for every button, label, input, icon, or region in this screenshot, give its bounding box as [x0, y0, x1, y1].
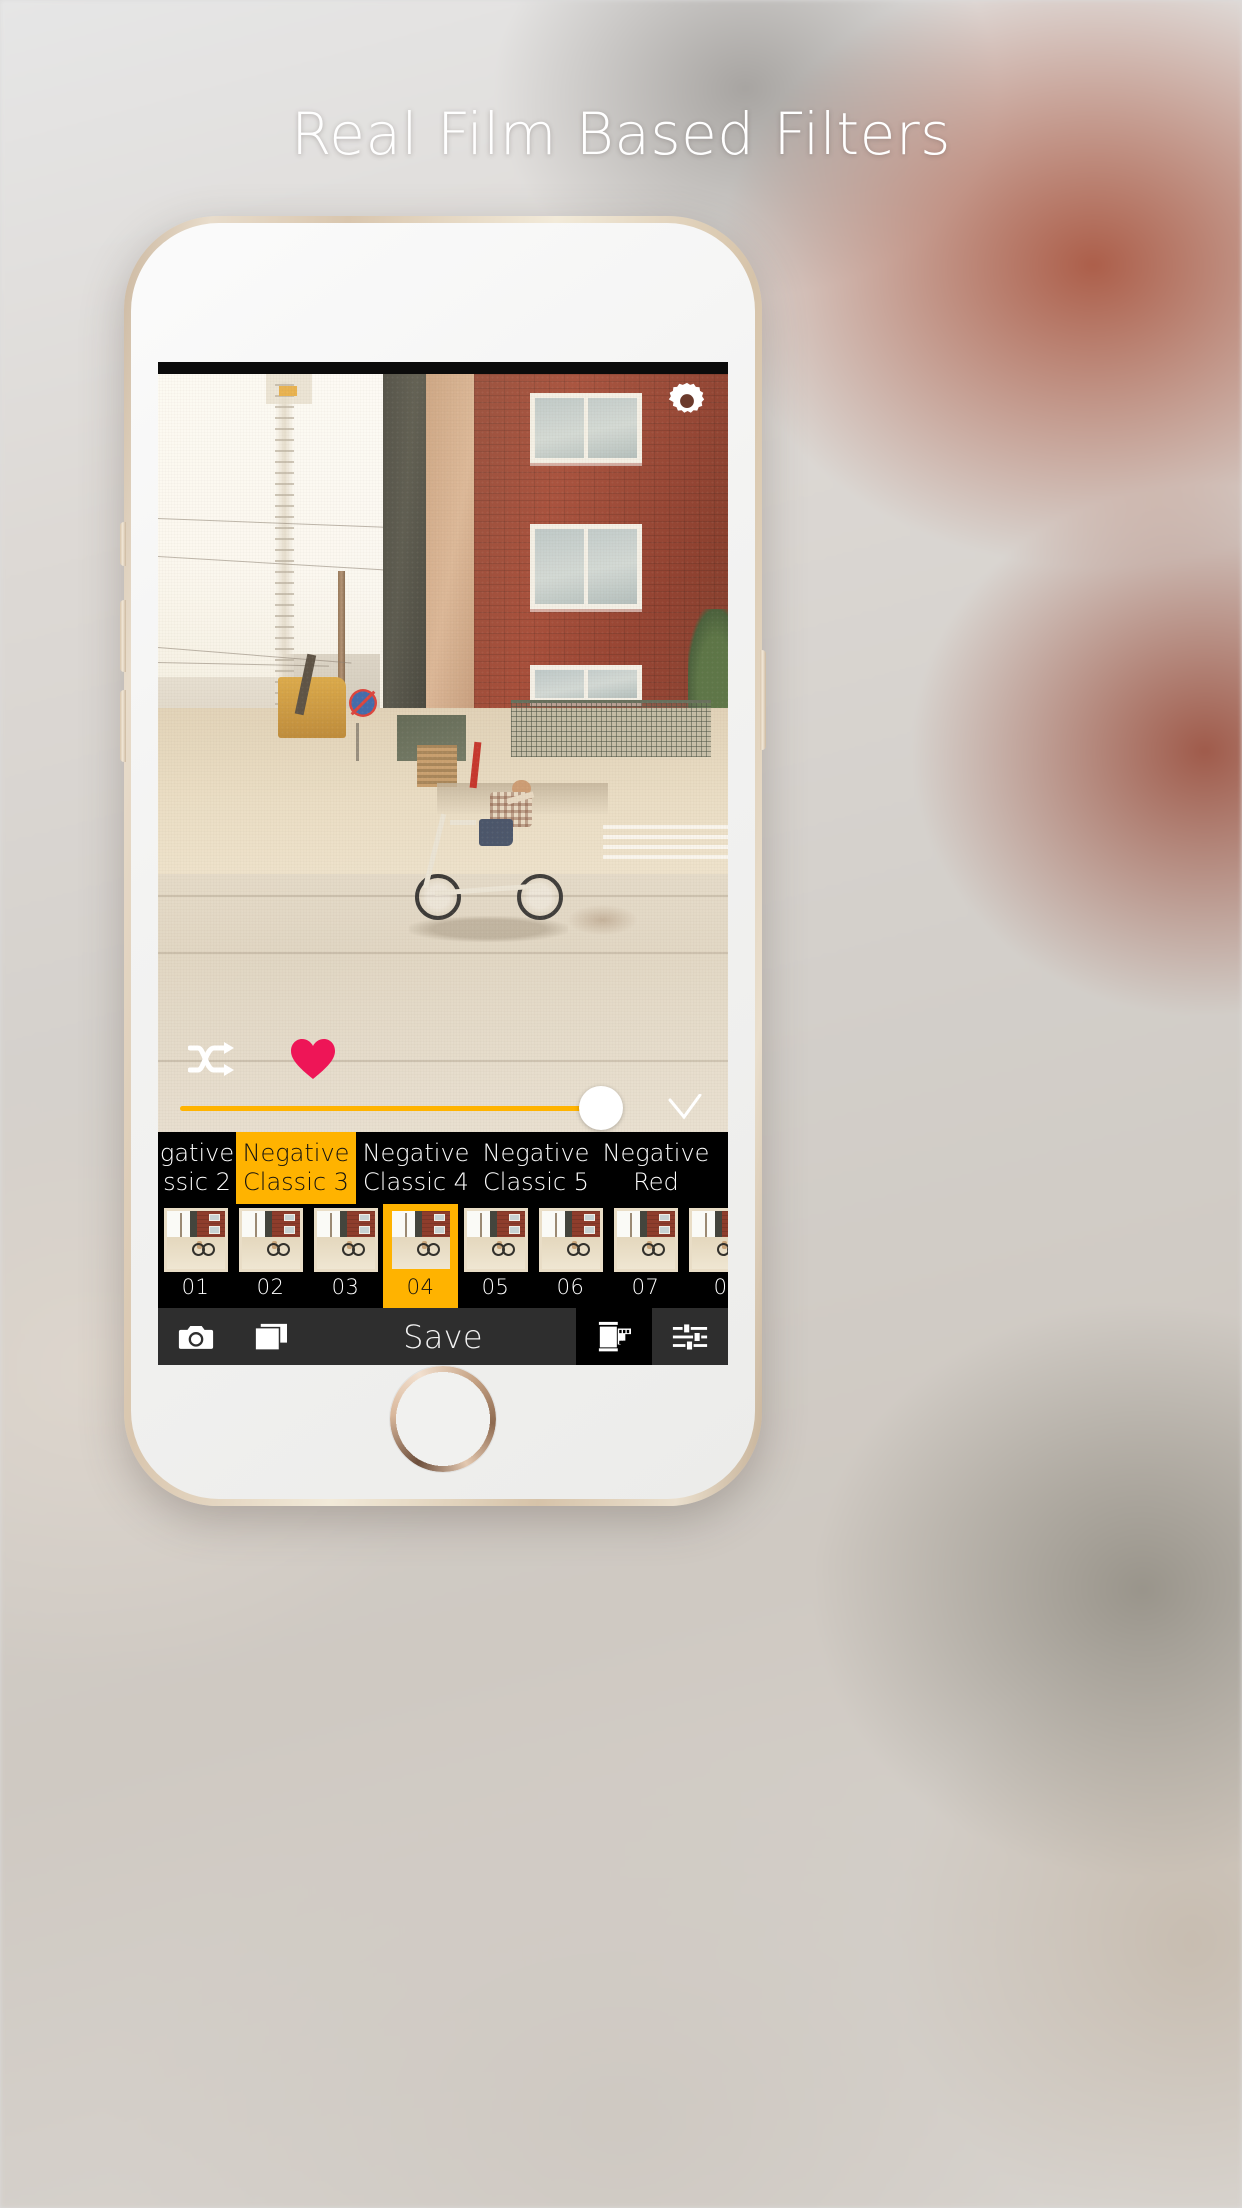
photo-window-1	[530, 392, 642, 464]
photo-window-3	[530, 665, 642, 703]
check-icon[interactable]	[668, 1093, 702, 1120]
filter-thumbnail-strip[interactable]: 01 02 03 04 05 06 07 0	[158, 1204, 728, 1308]
photo-bike-shadow	[408, 915, 569, 943]
filter-name-line-2: Classic 4	[363, 1168, 469, 1196]
film-roll-icon[interactable]	[576, 1308, 652, 1365]
filter-thumbnail[interactable]: 07	[608, 1204, 683, 1308]
phone-screen: gative ssic 2 Negative Classic 3 Negative Cla…	[158, 362, 728, 1365]
photo-crosswalk	[602, 821, 728, 860]
bottom-toolbar: Save	[158, 1308, 728, 1365]
slider-thumb[interactable]	[579, 1086, 623, 1130]
photo-cyclist-jeans	[479, 819, 514, 847]
filter-name-line-2: Classic 5	[483, 1168, 589, 1196]
filter-thumbnail-label: 05	[481, 1275, 510, 1299]
filter-thumbnail-image	[463, 1208, 528, 1272]
filter-thumbnail-image	[388, 1208, 453, 1272]
filter-thumbnail-label: 07	[631, 1275, 660, 1299]
filter-thumbnail-label: 0	[713, 1275, 728, 1299]
filter-name-line-1: Negative	[602, 1139, 710, 1167]
filter-thumbnail-label: 04	[406, 1275, 435, 1299]
volume-down-button[interactable]	[120, 690, 126, 762]
filter-thumbnail[interactable]: 06	[533, 1204, 608, 1308]
filter-name-item[interactable]: Negative Classic 4	[356, 1132, 476, 1204]
filter-name-line-1: Negative	[482, 1139, 590, 1167]
filter-thumbnail[interactable]: 03	[308, 1204, 383, 1308]
filter-thumbnail[interactable]: 0	[683, 1204, 728, 1308]
filter-name-line-2: ssic 2	[163, 1168, 231, 1196]
photo-manhole	[568, 904, 637, 935]
filter-thumbnail-image	[613, 1208, 678, 1272]
photo-sign-post	[356, 722, 360, 761]
filter-thumbnail-image	[238, 1208, 303, 1272]
volume-up-button[interactable]	[120, 600, 126, 672]
shuffle-icon[interactable]	[187, 1042, 236, 1076]
filter-thumbnail[interactable]: 02	[233, 1204, 308, 1308]
filter-name-item[interactable]: gative ssic 2	[158, 1132, 236, 1204]
edited-photo	[158, 374, 728, 1132]
gear-icon[interactable]	[664, 380, 710, 426]
photo-road-edge-2	[158, 951, 728, 954]
filter-thumbnail-label: 03	[331, 1275, 360, 1299]
filter-thumbnail-image	[313, 1208, 378, 1272]
filter-thumbnail-image	[163, 1208, 228, 1272]
photo-excavator	[277, 677, 347, 738]
photo-preview-area[interactable]	[158, 362, 728, 1132]
photo-construction-fence	[511, 699, 711, 757]
photo-wood-pallet	[417, 745, 458, 788]
intensity-slider[interactable]	[158, 1084, 728, 1130]
filter-name-item[interactable]: Negative Classic 5	[476, 1132, 596, 1204]
filter-name-item[interactable]: Negative Red	[596, 1132, 716, 1204]
photo-crane-label	[278, 386, 298, 396]
heart-icon[interactable]	[290, 1038, 336, 1080]
filter-thumbnail-image	[688, 1208, 728, 1272]
slider-track[interactable]	[180, 1106, 593, 1111]
filter-name-carousel[interactable]: gative ssic 2 Negative Classic 3 Negative Cla…	[158, 1132, 728, 1204]
power-button[interactable]	[760, 650, 766, 750]
page-title: Real Film Based Filters	[291, 100, 951, 168]
photo-cyclist	[466, 779, 540, 848]
filter-name-item[interactable]: Negative Classic 3	[236, 1132, 356, 1204]
sliders-icon[interactable]	[652, 1308, 728, 1365]
filter-thumbnail[interactable]: 05	[458, 1204, 533, 1308]
photo-bike-rear-wheel	[516, 873, 563, 920]
photo-bike-front-wheel	[414, 873, 461, 920]
filter-thumbnail[interactable]: 01	[158, 1204, 233, 1308]
gallery-stack-icon[interactable]	[234, 1308, 310, 1365]
photo-overlay-tools	[187, 1038, 336, 1080]
filter-thumbnail-image	[538, 1208, 603, 1272]
photo-window-2	[530, 524, 642, 609]
filter-name-line-1: Negative	[362, 1139, 470, 1167]
filter-name-line-2: Classic 3	[243, 1168, 349, 1196]
filter-thumbnail-label: 01	[181, 1275, 210, 1299]
filter-thumbnail[interactable]: 04	[383, 1204, 458, 1308]
camera-icon[interactable]	[158, 1308, 234, 1365]
filter-thumbnail-label: 02	[256, 1275, 285, 1299]
home-button[interactable]	[390, 1366, 496, 1472]
save-button[interactable]: Save	[310, 1308, 576, 1365]
filter-name-line-1: gative	[159, 1139, 235, 1167]
silent-switch[interactable]	[120, 522, 126, 566]
filter-name-line-2: Red	[633, 1168, 679, 1196]
filter-name-line-1: Negative	[242, 1139, 350, 1167]
photo-no-stopping-sign	[348, 688, 377, 717]
filter-thumbnail-label: 06	[556, 1275, 585, 1299]
